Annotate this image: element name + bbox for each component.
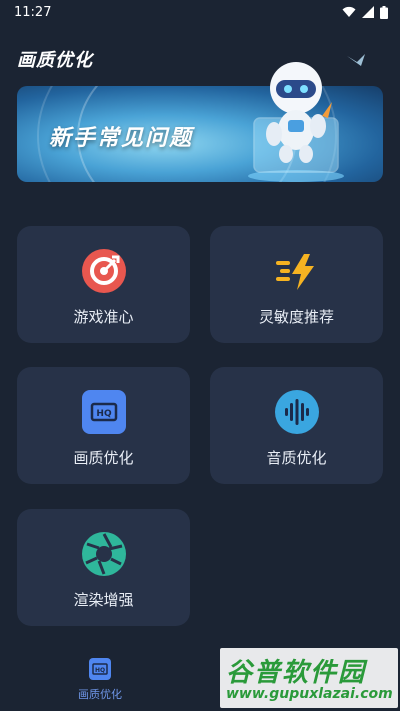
aperture-icon xyxy=(82,532,126,576)
signal-icon xyxy=(362,6,374,18)
svg-text:HQ: HQ xyxy=(96,409,112,419)
card-label: 灵敏度推荐 xyxy=(258,308,334,326)
wifi-icon xyxy=(342,6,356,17)
lightning-icon xyxy=(276,254,314,290)
svg-text:HQ: HQ xyxy=(95,667,105,674)
crosshair-icon xyxy=(82,249,126,293)
banner-title: 新手常见问题 xyxy=(49,126,194,151)
card-label: 游戏准心 xyxy=(73,308,134,326)
nav-item-picture-quality[interactable]: HQ 画质优化 xyxy=(68,658,132,702)
sensitivity-card[interactable]: 灵敏度推荐 xyxy=(210,226,383,343)
watermark-url: www.gupuxlazai.com xyxy=(226,686,393,702)
card-label: 画质优化 xyxy=(73,449,134,467)
crosshair-card[interactable]: 游戏准心 xyxy=(17,226,190,343)
page-title: 画质优化 xyxy=(17,50,93,71)
hd-icon: HQ xyxy=(89,658,111,680)
watermark-title: 谷普软件园 xyxy=(226,658,367,688)
status-time: 11:27 xyxy=(14,4,52,20)
card-label: 音质优化 xyxy=(266,449,327,467)
status-icons xyxy=(342,5,388,19)
sound-wave-icon xyxy=(275,390,319,434)
picture-quality-card[interactable]: HQ 画质优化 xyxy=(17,367,190,484)
robot-mascot-icon xyxy=(248,62,344,182)
nav-label: 画质优化 xyxy=(78,688,122,701)
status-bar: 11:27 xyxy=(0,0,400,24)
card-label: 渲染增强 xyxy=(73,591,134,609)
render-enhance-card[interactable]: 渲染增强 xyxy=(17,509,190,626)
battery-icon xyxy=(380,5,388,19)
sound-quality-card[interactable]: 音质优化 xyxy=(210,367,383,484)
hd-icon: HQ xyxy=(82,390,126,434)
watermark: 谷普软件园 www.gupuxlazai.com xyxy=(220,648,398,708)
